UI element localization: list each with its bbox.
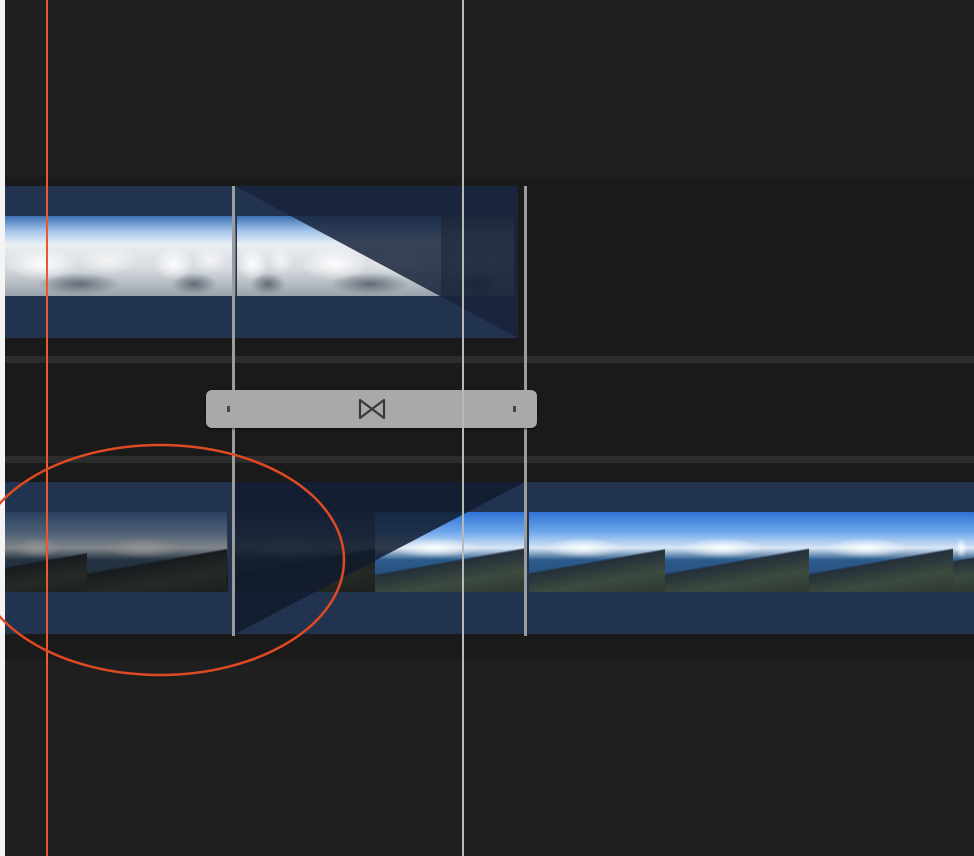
bowtie-icon <box>358 398 385 420</box>
clip-thumbnail <box>665 512 810 592</box>
track-divider-upper <box>5 356 974 363</box>
clip-thumbnail <box>153 216 236 296</box>
annotation-ellipse <box>0 443 346 677</box>
timeline-empty-lower[interactable] <box>5 660 974 856</box>
clip-thumbnail <box>237 216 300 296</box>
clip-thumbnail <box>5 216 154 296</box>
transition-bar[interactable] <box>206 390 537 428</box>
playhead[interactable] <box>46 0 48 856</box>
clip-thumbnail <box>529 512 666 592</box>
upper-video-clip[interactable] <box>5 186 518 338</box>
skimmer <box>462 0 464 856</box>
transition-left-handle[interactable] <box>227 406 230 412</box>
clip-thumbnail <box>953 512 974 592</box>
clip-thumbnail <box>809 512 954 592</box>
transition-right-handle[interactable] <box>513 406 516 412</box>
timeline-empty-upper[interactable] <box>5 0 974 177</box>
